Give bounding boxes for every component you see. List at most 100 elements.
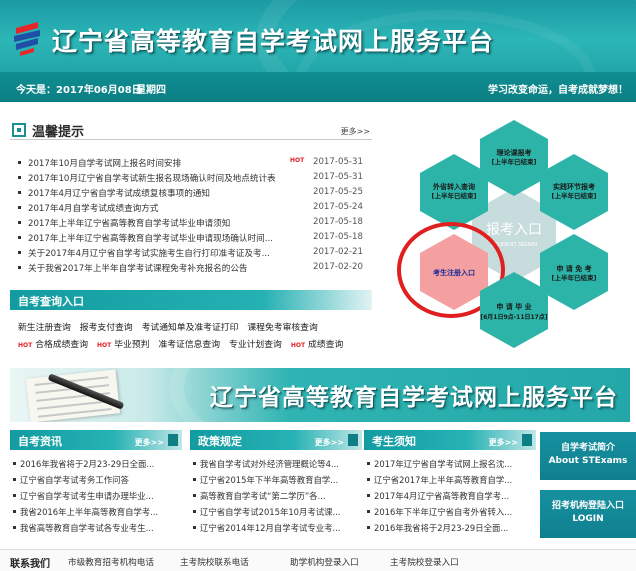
notice-item[interactable]: 2017年10月自学考试网上报名时间安排 HOT 2017-05-31 [10,156,372,171]
list-item[interactable]: 2016年我省将于2月23-29日全面... [10,456,182,472]
notice-item[interactable]: 2017年上半年辽宁省高等教育自学考试毕业申请现场确认时间... 2017-05-… [10,231,372,246]
notice-item-title[interactable]: 2017年上半年辽宁省高等教育自学考试毕业申请须知 [28,217,296,229]
column-header-tab [348,434,358,446]
bullet-icon [367,510,370,513]
list-item[interactable]: 辽宁省2017年上半年高等教育自学... [364,472,536,488]
query-link[interactable]: 课程免考审核查询 [247,323,317,333]
entry-hex-cluster: 报考入口 STUDENT SIGNIN 理论课报考 [上半年已结束] 外省转入查… [397,120,608,348]
column-header-tab [168,434,178,446]
notice-item[interactable]: 2017年4月辽宁省自学考试成绩复核事项的通知 2017-05-25 [10,186,372,201]
list-item-title[interactable]: 辽宁省2017年上半年高等教育自学... [374,474,534,486]
list-item[interactable]: 辽宁省2014年12月自学考试专业考... [190,520,362,536]
bullet-icon [18,221,21,224]
bullet-icon [18,191,21,194]
bullet-icon [13,526,16,529]
news-column-policy: 政策规定 更多>> 我省自学考试对外经济管理概论等4... 辽宁省2015年下半年… [190,430,362,548]
list-item-title[interactable]: 2016年下半年辽宁省自考外省转入... [374,506,534,518]
list-item[interactable]: 我省高等教育自学考试各专业考生... [10,520,182,536]
hex-graduation-apply[interactable]: 申 请 毕 业 [6月1日9点-11日17点] [480,272,548,348]
column-title: 自考资讯 [18,435,62,448]
notice-item-title[interactable]: 2017年上半年辽宁省高等教育自学考试毕业申请现场确认时间... [28,232,296,244]
bullet-icon [193,478,196,481]
list-item-title[interactable]: 我省自学考试对外经济管理概论等4... [200,458,360,470]
bullet-icon [13,510,16,513]
about-exams-button[interactable]: 自学考试简介 About STExams [540,432,636,480]
list-item-title[interactable]: 2016年我省将于2月23-29日全面... [374,522,534,534]
bullet-icon [18,266,21,269]
footer-link-city-agency[interactable]: 市级教育招考机构电话 [68,556,154,568]
list-item-title[interactable]: 2017年4月辽宁省高等教育自学考... [374,490,534,502]
notice-item-title[interactable]: 关于我省2017年上半年自学考试课程免考补充报名的公告 [28,262,296,274]
list-item[interactable]: 2017年辽宁省自学考试网上报名沈... [364,456,536,472]
query-link[interactable]: 准考证信息查询 [158,340,220,350]
list-item[interactable]: 辽宁省自学考试考生申请办理毕业... [10,488,182,504]
list-item-title[interactable]: 辽宁省自学考试2015年10月考试课... [200,506,360,518]
site-header: 辽宁省高等教育自学考试网上服务平台 [0,0,636,72]
hex-status: [上半年已结束] [552,273,597,282]
list-item-title[interactable]: 辽宁省2014年12月自学考试专业考... [200,522,360,534]
banner: 辽宁省高等教育自学考试网上服务平台 [10,368,630,422]
bullet-icon [193,494,196,497]
list-item-title[interactable]: 我省2016年上半年高等教育自学考... [20,506,180,518]
notice-more-link[interactable]: 更多>> [341,126,370,137]
notice-item-title[interactable]: 关于2017年4月辽宁省自学考试实施考生自行打印准考证及考... [28,247,296,259]
news-column-info: 自考资讯 更多>> 2016年我省将于2月23-29日全面... 辽宁省自学考试考… [10,430,182,548]
footer-link-school-login[interactable]: 主考院校登录入口 [390,556,459,568]
notice-item-date: 2017-05-18 [313,232,363,242]
notice-header: 温馨提示 更多>> [10,120,372,140]
list-item-title[interactable]: 2016年我省将于2月23-29日全面... [20,458,180,470]
hex-label: 申 请 免 考 [556,264,591,273]
notice-item-title[interactable]: 2017年10月辽宁省自学考试新生报名现场确认时间及地点统计表 [28,172,296,184]
list-item-title[interactable]: 辽宁省自学考试考生申请办理毕业... [20,490,180,502]
query-link[interactable]: 合格成绩查询 [35,340,88,350]
column-more-link[interactable]: 更多>> [135,437,164,448]
column-list: 2016年我省将于2月23-29日全面... 辽宁省自学考试考务工作问答 辽宁省自学… [10,456,182,536]
list-item-title[interactable]: 辽宁省自学考试考务工作问答 [20,474,180,486]
notice-item-date: 2017-02-21 [313,247,363,257]
list-item[interactable]: 辽宁省2015年下半年高等教育自学... [190,472,362,488]
notice-item-title[interactable]: 2017年4月辽宁省自学考试成绩复核事项的通知 [28,187,296,199]
notice-item-title[interactable]: 2017年10月自学考试网上报名时间安排 [28,157,296,169]
bullet-icon [13,462,16,465]
site-logo-icon [14,22,40,56]
agency-login-button[interactable]: 招考机构登陆入口 LOGIN [540,490,636,538]
bullet-icon [367,462,370,465]
query-link[interactable]: 专业计划查询 [229,340,282,350]
list-item-title[interactable]: 2017年辽宁省自学考试网上报名沈... [374,458,534,470]
notice-item[interactable]: 关于2017年4月辽宁省自学考试实施考生自行打印准考证及考... 2017-02-… [10,246,372,261]
list-item-title[interactable]: 我省高等教育自学考试各专业考生... [20,522,180,534]
notice-item[interactable]: 2017年4月自学考试成绩查询方式 2017-05-24 [10,201,372,216]
footer-link-school-phone[interactable]: 主考院校联系电话 [180,556,249,568]
query-link[interactable]: 新生注册查询 [18,323,71,333]
column-more-link[interactable]: 更多>> [315,437,344,448]
column-title: 考生须知 [372,435,416,448]
list-item[interactable]: 辽宁省自学考试2015年10月考试课... [190,504,362,520]
notice-item-date: 2017-05-31 [313,172,363,182]
notice-item-date: 2017-05-18 [313,217,363,227]
list-item[interactable]: 我省自学考试对外经济管理概论等4... [190,456,362,472]
notice-item[interactable]: 2017年上半年辽宁省高等教育自学考试毕业申请须知 2017-05-18 [10,216,372,231]
list-item-title[interactable]: 高等教育自学考试“第二学历”各... [200,490,360,502]
bullet-icon [18,236,21,239]
hex-theory-exam[interactable]: 理论课报考 [上半年已结束] [480,120,548,196]
notice-item[interactable]: 关于我省2017年上半年自学考试课程免考补充报名的公告 2017-02-20 [10,261,372,276]
list-item[interactable]: 2017年4月辽宁省高等教育自学考... [364,488,536,504]
news-column-guide: 考生须知 更多>> 2017年辽宁省自学考试网上报名沈... 辽宁省2017年上半… [364,430,536,548]
footer-link-assist-login[interactable]: 助学机构登录入口 [290,556,359,568]
agency-login-label-en: LOGIN [572,514,604,524]
list-item[interactable]: 辽宁省自学考试考务工作问答 [10,472,182,488]
agency-login-label: 招考机构登陆入口 [551,501,624,511]
bullet-icon [13,494,16,497]
query-link[interactable]: 成绩查询 [308,340,343,350]
query-link[interactable]: 毕业预判 [114,340,149,350]
column-more-link[interactable]: 更多>> [489,437,518,448]
notice-item[interactable]: 2017年10月辽宁省自学考试新生报名现场确认时间及地点统计表 2017-05-3… [10,171,372,186]
list-item[interactable]: 高等教育自学考试“第二学历”各... [190,488,362,504]
list-item-title[interactable]: 辽宁省2015年下半年高等教育自学... [200,474,360,486]
list-item[interactable]: 2016年我省将于2月23-29日全面... [364,520,536,536]
query-link[interactable]: 报考支付查询 [80,323,133,333]
query-link[interactable]: 考试通知单及准考证打印 [142,323,239,333]
list-item[interactable]: 2016年下半年辽宁省自考外省转入... [364,504,536,520]
list-item[interactable]: 我省2016年上半年高等教育自学考... [10,504,182,520]
notice-item-title[interactable]: 2017年4月自学考试成绩查询方式 [28,202,296,214]
